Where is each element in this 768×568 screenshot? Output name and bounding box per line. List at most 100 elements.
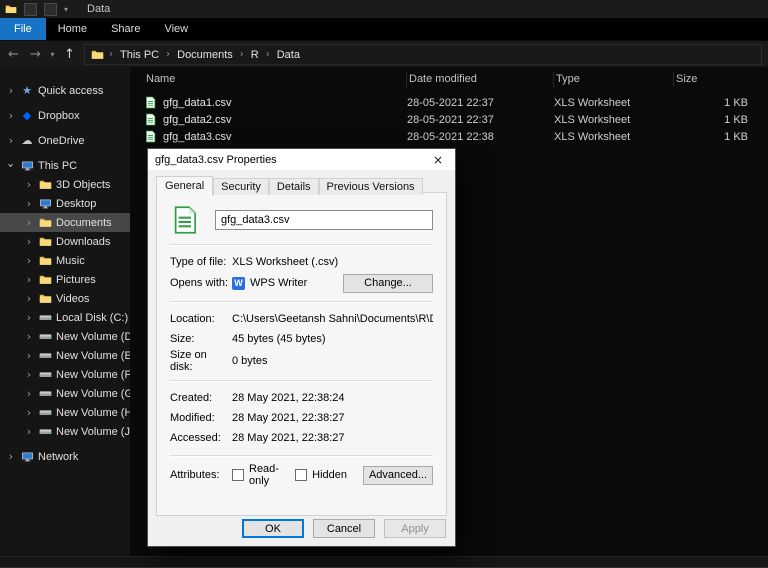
chevron-right-icon[interactable]: › [24,331,34,342]
hidden-checkbox[interactable] [295,469,308,481]
chevron-right-icon[interactable]: › [24,255,34,266]
breadcrumb-item-this-pc[interactable]: This PC [118,49,161,61]
field-label: Location: [170,313,215,325]
chevron-right-icon[interactable]: › [24,179,34,190]
sidebar-item-local-disk-c[interactable]: › Local Disk (C:) [0,308,130,327]
chevron-right-icon[interactable]: › [24,388,34,399]
chevron-expanded-icon[interactable]: › [5,161,18,171]
column-header-date-modified[interactable]: Date modified [407,71,554,87]
tab-general[interactable]: General [156,176,214,196]
sidebar-item-quick-access[interactable]: › ★ Quick access [0,81,130,100]
drive-icon [38,406,52,420]
sidebar-item-this-pc[interactable]: › This PC [0,156,130,175]
read-only-label: Read-only [249,463,279,487]
size-row: Size: 45 bytes (45 bytes) [170,329,433,349]
chevron-right-icon[interactable]: › [6,85,16,96]
separator [170,244,433,245]
column-header-name[interactable]: Name [144,71,407,87]
change-button[interactable]: Change... [343,273,433,293]
chevron-right-icon[interactable]: › [24,369,34,380]
column-header-size[interactable]: Size [674,72,768,87]
chevron-right-icon[interactable]: › [24,274,34,285]
chevron-right-icon[interactable]: › [24,312,34,323]
sidebar-item-network[interactable]: › Network [0,447,130,466]
chevron-right-icon[interactable]: › [24,236,34,247]
filename-input[interactable] [215,210,433,230]
ribbon-tab-share[interactable]: Share [99,18,152,40]
navigation-pane: › ★ Quick access › ◆ Dropbox › ☁ OneDriv… [0,67,140,557]
chevron-right-icon[interactable]: › [6,110,16,121]
back-icon[interactable]: ← [3,44,24,65]
chevron-right-icon[interactable]: › [24,217,34,228]
breadcrumb-chevron-icon: › [166,49,171,60]
breadcrumb-item-r[interactable]: R [249,49,261,61]
quick-access-toolbar-icon-1[interactable] [24,2,37,16]
sidebar-item-new-volume-h[interactable]: › New Volume (H:) [0,403,139,422]
file-type: XLS Worksheet [554,113,631,126]
ok-button[interactable]: OK [242,519,304,538]
recent-locations-dropdown-icon[interactable]: ▾ [47,44,58,65]
breadcrumb-item-data[interactable]: Data [275,49,302,61]
cancel-button[interactable]: Cancel [313,519,375,538]
breadcrumb[interactable]: › This PC › Documents › R › Data [84,44,762,65]
file-type: XLS Worksheet [554,96,631,109]
drive-icon [38,311,52,325]
chevron-right-icon[interactable]: › [24,426,34,437]
close-icon[interactable]: × [421,149,455,170]
chevron-right-icon[interactable]: › [6,135,16,146]
apply-button[interactable]: Apply [384,519,446,538]
file-row[interactable]: gfg_data3.csv 28-05-2021 22:38 XLS Works… [130,128,768,145]
sidebar-item-pictures[interactable]: › Pictures [0,270,130,289]
filename-row [170,205,433,235]
sidebar-item-new-volume-f[interactable]: › New Volume (F:) [0,365,138,384]
file-date-modified: 28-05-2021 22:38 [407,130,494,143]
sidebar-item-3d-objects[interactable]: › 3D Objects [0,175,130,194]
sidebar-item-label: Dropbox [38,109,80,122]
sidebar-item-videos[interactable]: › Videos [0,289,130,308]
sidebar-item-new-volume-e[interactable]: › New Volume (E:) [0,346,139,365]
chevron-right-icon[interactable]: › [24,198,34,209]
sidebar-item-label: Desktop [56,197,97,210]
column-header-type[interactable]: Type [554,71,674,87]
field-value: 28 May 2021, 22:38:27 [232,412,345,424]
quick-access-toolbar-icon-2[interactable] [44,2,57,16]
sidebar-item-label: This PC [38,159,78,172]
ribbon-tab-home[interactable]: Home [46,18,99,40]
file-type: XLS Worksheet [554,130,631,143]
sidebar-item-label: New Volume (D:) [56,330,140,343]
sidebar-item-onedrive[interactable]: › ☁ OneDrive [0,131,130,150]
sidebar-item-new-volume-j[interactable]: › New Volume (J:) [0,422,137,441]
file-row[interactable]: gfg_data2.csv 28-05-2021 22:37 XLS Works… [130,111,768,128]
sidebar-item-documents[interactable]: › Documents [0,213,130,232]
tab-previous-versions[interactable]: Previous Versions [318,178,423,195]
chevron-right-icon[interactable]: › [24,293,34,304]
ribbon-tab-file[interactable]: File [0,18,46,40]
tab-security[interactable]: Security [213,178,269,195]
forward-icon[interactable]: → [25,44,46,65]
tab-details[interactable]: Details [268,178,319,195]
sidebar-item-new-volume-d[interactable]: › New Volume (D:) [0,327,139,346]
breadcrumb-item-documents[interactable]: Documents [175,49,235,61]
read-only-checkbox[interactable] [232,469,244,481]
ribbon-tab-view[interactable]: View [152,18,200,40]
chevron-right-icon[interactable]: › [24,350,34,361]
type-of-file-row: Type of file: XLS Worksheet (.csv) [170,252,433,272]
sidebar-item-downloads[interactable]: › Downloads [0,232,130,251]
explorer-window: ▾ Data File Home Share View ← → ▾ ↑ › Th… [0,0,768,568]
folder-icon [38,235,52,249]
sidebar-item-label: 3D Objects [56,178,111,191]
chevron-right-icon[interactable]: › [6,451,16,462]
up-icon[interactable]: ↑ [59,44,80,65]
sidebar-item-label: Music [56,254,85,267]
sidebar-item-dropbox[interactable]: › ◆ Dropbox [0,106,130,125]
sidebar-item-music[interactable]: › Music [0,251,130,270]
customize-toolbar-arrow-icon[interactable]: ▾ [64,5,68,14]
file-row[interactable]: gfg_data1.csv 28-05-2021 22:37 XLS Works… [130,94,768,111]
advanced-button[interactable]: Advanced... [363,465,433,485]
chevron-right-icon[interactable]: › [24,407,34,418]
dialog-title-bar: gfg_data3.csv Properties × [148,149,455,170]
sidebar-item-new-volume-g[interactable]: › New Volume (G:) [0,384,140,403]
field-value: 0 bytes [232,355,268,367]
sidebar-item-desktop[interactable]: › Desktop [0,194,130,213]
address-bar: ← → ▾ ↑ › This PC › Documents › R › Data [0,40,768,68]
